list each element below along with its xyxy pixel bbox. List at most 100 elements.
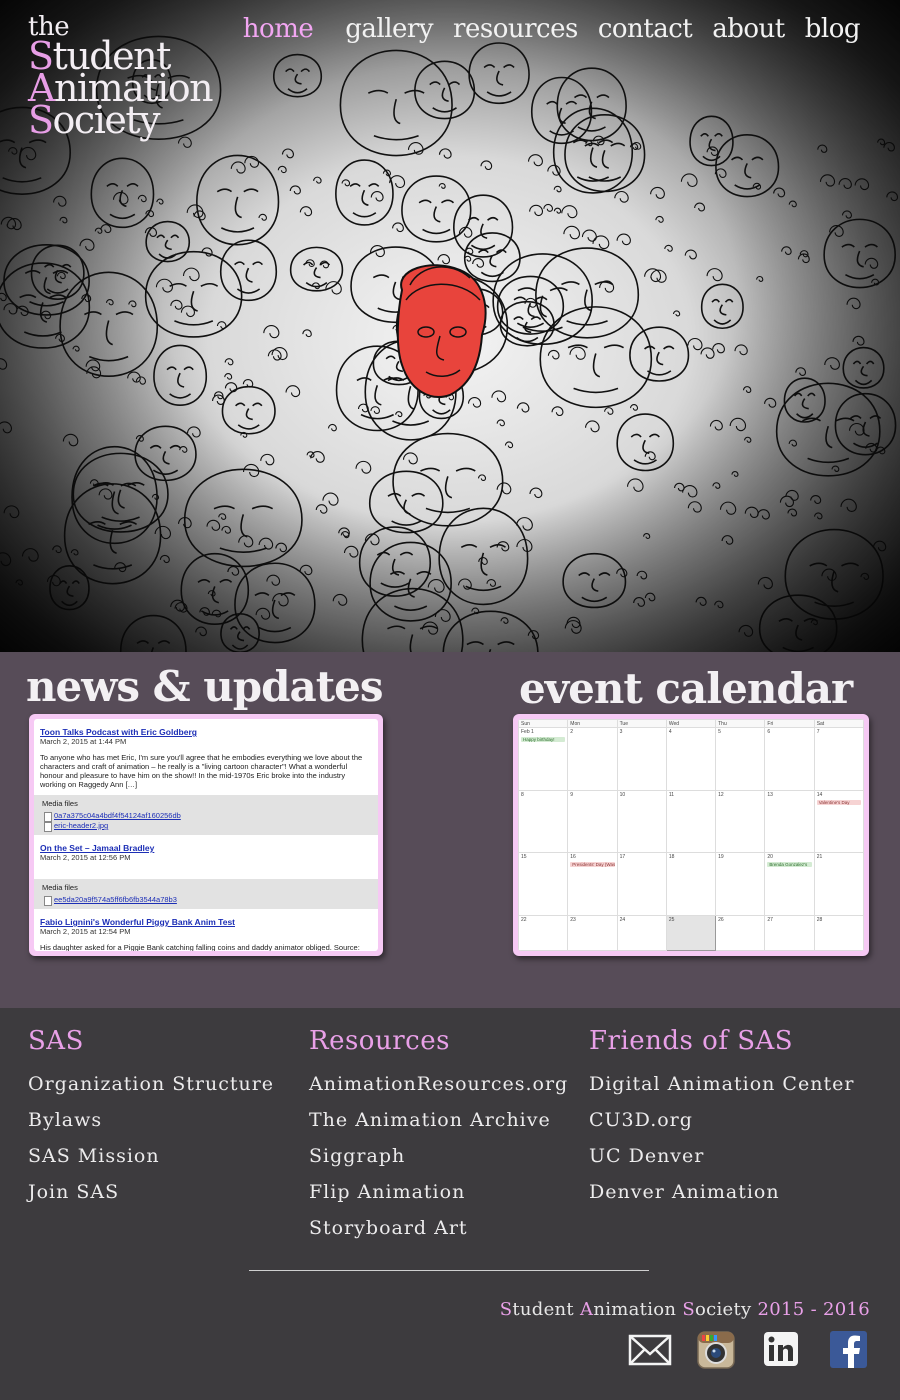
social-links xyxy=(628,1330,870,1370)
site-logo[interactable]: the Student Animation Society xyxy=(28,14,214,139)
media-file-link[interactable]: eric-header2.jpg xyxy=(42,821,370,832)
sketch-curl xyxy=(496,419,505,427)
post-title-link[interactable]: On the Set – Jamaal Bradley xyxy=(40,843,372,853)
sketch-features xyxy=(216,188,259,233)
nav-blog[interactable]: blog xyxy=(795,14,870,44)
media-file-link[interactable]: 0a7a375c04a4bdf4f54124af160256db xyxy=(42,811,370,822)
calendar-day-cell[interactable]: 14 Valentine's Day xyxy=(813,789,864,854)
sketch-curl xyxy=(756,276,764,283)
sketch-curl xyxy=(694,202,706,212)
footer-link[interactable]: Digital Animation Center xyxy=(589,1066,854,1102)
sketch-curl xyxy=(98,488,113,500)
nav-resources[interactable]: resources xyxy=(443,14,588,44)
post-title-link[interactable]: Fabio Lignini's Wonderful Piggy Bank Ani… xyxy=(40,917,372,927)
nav-home[interactable]: home xyxy=(233,14,323,44)
linkedin-link[interactable] xyxy=(760,1330,804,1370)
sketch-curl xyxy=(684,249,697,260)
sketch-face xyxy=(414,60,476,120)
footer-link[interactable]: CU3D.org xyxy=(589,1102,854,1138)
calendar-day-cell[interactable]: 2 xyxy=(567,727,618,791)
footer-link[interactable]: Organization Structure xyxy=(28,1066,274,1102)
calendar-day-cell[interactable]: 17 xyxy=(616,852,667,916)
footer-link[interactable]: Storyboard Art xyxy=(309,1210,568,1246)
sketch-curl xyxy=(0,552,12,567)
footer-link[interactable]: The Animation Archive xyxy=(309,1102,568,1138)
footer-link[interactable]: Flip Animation xyxy=(309,1174,568,1210)
sketch-curl xyxy=(744,436,752,443)
sketch-curl xyxy=(852,335,865,346)
calendar-day-number: 20 xyxy=(767,854,773,861)
calendar-day-cell[interactable]: 10 xyxy=(616,789,667,854)
footer-heading: Resources xyxy=(309,1026,450,1056)
sketch-curl xyxy=(402,452,418,465)
calendar-day-cell[interactable]: 28 xyxy=(813,914,864,951)
footer-link[interactable]: AnimationResources.org xyxy=(309,1066,568,1102)
footer-link[interactable]: Join SAS xyxy=(28,1174,274,1210)
sketch-curl xyxy=(313,176,322,184)
calendar-day-cell[interactable]: 7 xyxy=(813,727,864,791)
calendar-day-number: 12 xyxy=(718,791,724,798)
calendar-day-cell[interactable]: 9 xyxy=(567,789,618,854)
calendar-day-cell[interactable]: 11 xyxy=(665,789,717,854)
calendar-day-cell[interactable]: 12 xyxy=(715,789,766,854)
sketch-curl xyxy=(817,144,828,153)
calendar-day-cell[interactable]: 19 xyxy=(715,852,766,916)
event-calendar[interactable]: Sun Mon Tue Wed Thu Fri Sat Feb 1 Happy birthda… xyxy=(518,719,864,951)
calendar-day-cell[interactable]: 13 xyxy=(764,789,815,854)
sketch-curl xyxy=(370,244,385,258)
calendar-day-cell[interactable]: 5 xyxy=(715,727,766,791)
calendar-day-cell[interactable]: 6 xyxy=(764,727,815,791)
calendar-day-cell[interactable]: 4 xyxy=(665,727,717,791)
sketch-curl xyxy=(672,310,681,317)
sketch-curl xyxy=(8,146,18,155)
calendar-event[interactable]: Presidents' Day (Wash xyxy=(570,862,615,868)
instagram-link[interactable] xyxy=(694,1330,738,1370)
calendar-day-cell[interactable]: 26 xyxy=(715,914,766,951)
calendar-day-cell[interactable]: 8 xyxy=(518,789,569,854)
mail-link[interactable] xyxy=(628,1330,672,1370)
calendar-day-cell[interactable]: 22 xyxy=(518,914,569,951)
sketch-features xyxy=(229,626,251,650)
calendar-day-cell[interactable]: 21 xyxy=(813,852,864,916)
calendar-day-cell[interactable]: 20 Brenda Gonzalez's xyxy=(764,852,815,916)
calendar-day-cell[interactable]: 27 xyxy=(764,914,815,951)
calendar-day-cell[interactable]: 25 xyxy=(665,914,717,951)
sketch-features xyxy=(572,139,614,182)
calendar-day-cell[interactable]: 23 xyxy=(567,914,618,951)
calendar-day-cell[interactable]: 18 xyxy=(665,852,717,916)
footer-link[interactable]: Denver Animation xyxy=(589,1174,854,1210)
sketch-features xyxy=(169,282,219,326)
facebook-link[interactable] xyxy=(826,1330,870,1370)
calendar-weekday: Thu xyxy=(715,719,766,728)
news-feed[interactable]: Toon Talks Podcast with Eric Goldberg Ma… xyxy=(34,719,378,951)
nav-about[interactable]: about xyxy=(702,14,795,44)
sketch-features xyxy=(802,417,855,464)
nav-gallery[interactable]: gallery xyxy=(335,14,443,44)
sketch-curl xyxy=(180,305,195,318)
footer-link[interactable]: Siggraph xyxy=(309,1138,568,1174)
sketch-curl xyxy=(706,146,719,156)
footer-link[interactable]: UC Denver xyxy=(589,1138,854,1174)
calendar-day-cell[interactable]: Feb 1 Happy birthday! xyxy=(518,727,569,791)
sketch-curl xyxy=(814,512,823,520)
sketch-face xyxy=(499,301,555,347)
calendar-day-cell[interactable]: 3 xyxy=(616,727,667,791)
news-title: news & updates xyxy=(26,662,383,711)
sketch-curl xyxy=(687,501,702,513)
calendar-day-cell[interactable]: 16 Presidents' Day (Wash xyxy=(567,852,618,916)
calendar-event[interactable]: Brenda Gonzalez's xyxy=(767,862,812,868)
sketch-curl xyxy=(438,183,446,189)
calendar-event[interactable]: Happy birthday! xyxy=(521,737,566,742)
sketch-face xyxy=(715,134,780,198)
footer-link[interactable]: SAS Mission xyxy=(28,1138,274,1174)
calendar-day-cell[interactable]: 24 xyxy=(616,914,667,951)
sketch-features xyxy=(483,64,515,97)
sketch-curl xyxy=(719,501,737,515)
footer-link[interactable]: Bylaws xyxy=(28,1102,274,1138)
post-title-link[interactable]: Toon Talks Podcast with Eric Goldberg xyxy=(40,727,372,737)
calendar-event[interactable]: Valentine's Day xyxy=(816,799,861,805)
sketch-curl xyxy=(480,160,493,170)
nav-contact[interactable]: contact xyxy=(588,14,702,44)
media-file-link[interactable]: ee5da20a9f574a5ff6fb6fb3544a78b3 xyxy=(42,895,370,906)
calendar-day-cell[interactable]: 15 xyxy=(518,852,569,916)
